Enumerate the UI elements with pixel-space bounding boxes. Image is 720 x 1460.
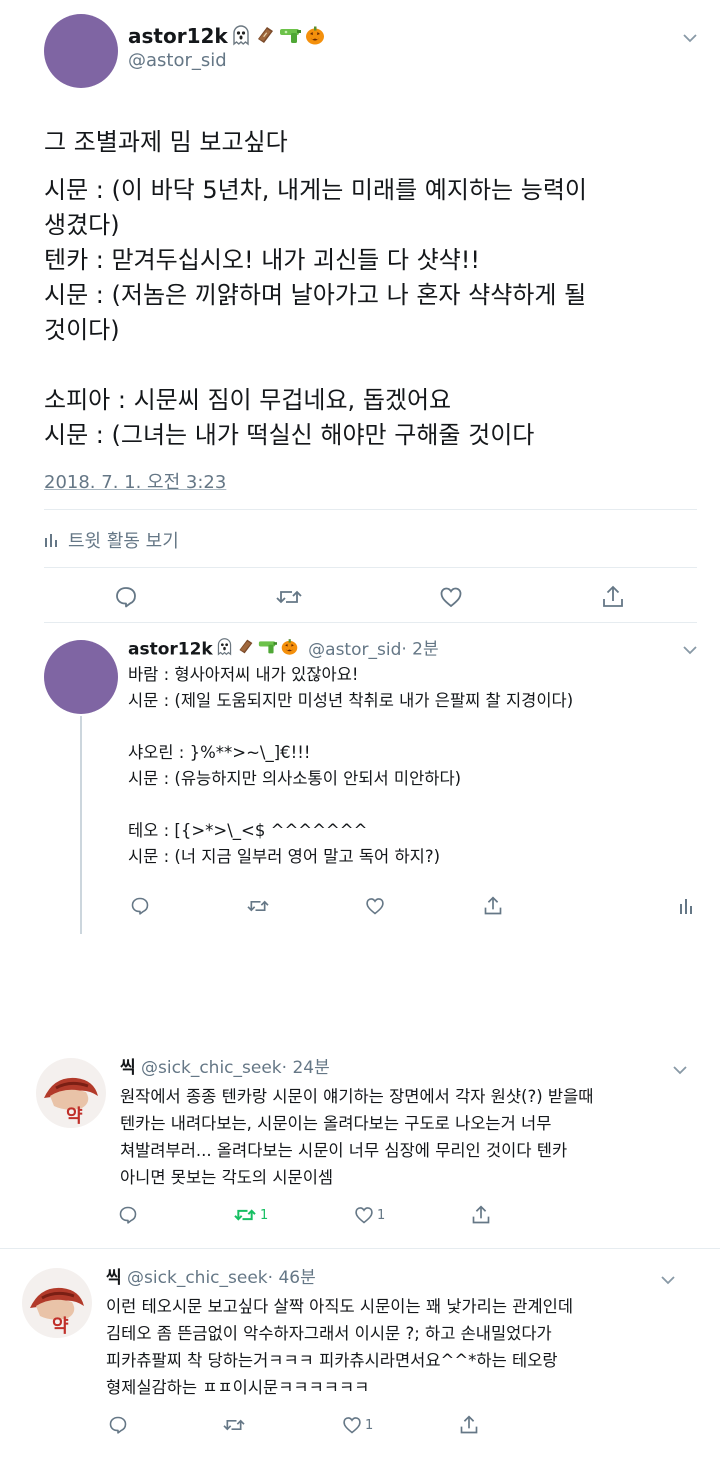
analytics-icon[interactable]	[679, 897, 693, 915]
jack-o-lantern-emoji	[304, 24, 326, 51]
coffin-emoji	[236, 637, 255, 662]
retweet-button[interactable]: 1	[233, 1205, 268, 1225]
reply-icon[interactable]	[130, 896, 150, 916]
reply-handle[interactable]: @sick_chic_seek	[127, 1268, 268, 1288]
retweet-icon[interactable]	[275, 585, 303, 609]
chevron-down-icon[interactable]	[682, 645, 698, 655]
svg-text:약: 약	[52, 1315, 69, 1337]
chevron-down-icon[interactable]	[660, 1275, 676, 1285]
reply-icon[interactable]	[118, 1205, 138, 1225]
reply-text: 바람 : 형사아저씨 내가 있잖아요! 시문 : (제일 도움되지만 미성년 착…	[128, 665, 574, 866]
author-handle[interactable]: @astor_sid	[128, 50, 227, 72]
author-avatar[interactable]	[44, 14, 118, 88]
tweet-paragraph-3: 소피아 : 시문씨 짐이 무겁네요, 돕겠어요 시문 : (그녀는 내가 떡실신…	[44, 386, 535, 449]
like-count: 1	[377, 1207, 386, 1223]
analytics-icon	[44, 532, 58, 548]
reply-display-name[interactable]: 씩	[120, 1058, 136, 1078]
reply-time[interactable]: · 2분	[401, 640, 438, 660]
coffin-emoji	[254, 24, 276, 51]
tweet-paragraph-2: 시문 : (이 바닥 5년차, 내게는 미래를 예지하는 능력이 생겼다) 텐카…	[44, 176, 587, 344]
reply-text: 원작에서 종종 텐카랑 시문이 얘기하는 장면에서 각자 원샷(?) 받을때 텐…	[120, 1087, 594, 1187]
reply-icon[interactable]	[114, 585, 138, 609]
tweet-activity-label[interactable]: 트윗 활동 보기	[68, 527, 179, 553]
share-icon[interactable]	[459, 1414, 479, 1436]
reply-header: astor12k @astor_sid· 2분	[128, 637, 439, 662]
reply-handle[interactable]: @sick_chic_seek	[141, 1058, 282, 1078]
like-count: 1	[365, 1417, 374, 1433]
retweet-count: 1	[260, 1207, 269, 1223]
retweet-icon[interactable]	[222, 1415, 246, 1435]
divider	[44, 567, 697, 568]
reply-text: 이런 테오시문 보고싶다 살짝 아직도 시문이는 꽤 낯가리는 관계인데 김테오…	[106, 1297, 573, 1397]
share-icon[interactable]	[601, 584, 625, 610]
reply-icon[interactable]	[108, 1415, 128, 1435]
svg-text:약: 약	[66, 1105, 83, 1127]
author-name-row[interactable]: astor12k	[128, 24, 326, 51]
water-pistol-emoji	[257, 637, 278, 662]
reply-display-name[interactable]: astor12k	[128, 640, 213, 660]
reply-avatar[interactable]: 약	[22, 1268, 92, 1338]
jack-o-lantern-emoji	[280, 637, 299, 662]
share-icon[interactable]	[471, 1204, 491, 1226]
tweet-activity-link[interactable]: 트윗 활동 보기	[44, 528, 179, 552]
divider	[44, 509, 697, 510]
ghost-emoji	[215, 637, 234, 662]
chevron-down-icon[interactable]	[672, 1065, 688, 1075]
tweet-paragraph-1: 그 조별과제 밈 보고싶다	[44, 128, 288, 156]
ghost-emoji	[230, 24, 252, 51]
reply-time[interactable]: · 46분	[268, 1268, 316, 1288]
reply-avatar[interactable]: 약	[36, 1058, 106, 1128]
divider	[0, 1248, 720, 1249]
like-icon	[354, 1205, 374, 1225]
reply-handle[interactable]: @astor_sid	[308, 640, 401, 660]
reply-header: 씩 @sick_chic_seek· 24분	[120, 1057, 330, 1079]
reply-header: 씩 @sick_chic_seek· 46분	[106, 1267, 316, 1289]
like-icon	[342, 1415, 362, 1435]
like-button[interactable]: 1	[342, 1415, 373, 1435]
water-pistol-emoji	[278, 24, 302, 51]
retweet-icon	[233, 1205, 257, 1225]
retweet-icon[interactable]	[246, 896, 270, 916]
reply-display-name[interactable]: 씩	[106, 1268, 122, 1288]
divider	[44, 622, 697, 623]
author-display-name[interactable]: astor12k	[128, 24, 228, 48]
share-icon[interactable]	[483, 895, 503, 917]
reply-time[interactable]: · 24분	[282, 1058, 330, 1078]
reply-avatar[interactable]	[44, 640, 118, 714]
like-icon[interactable]	[365, 896, 385, 916]
like-button[interactable]: 1	[354, 1205, 385, 1225]
tweet-timestamp[interactable]: 2018. 7. 1. 오전 3:23	[44, 471, 226, 495]
like-icon[interactable]	[439, 585, 463, 609]
chevron-down-icon[interactable]	[682, 33, 698, 43]
thread-line	[80, 716, 82, 934]
